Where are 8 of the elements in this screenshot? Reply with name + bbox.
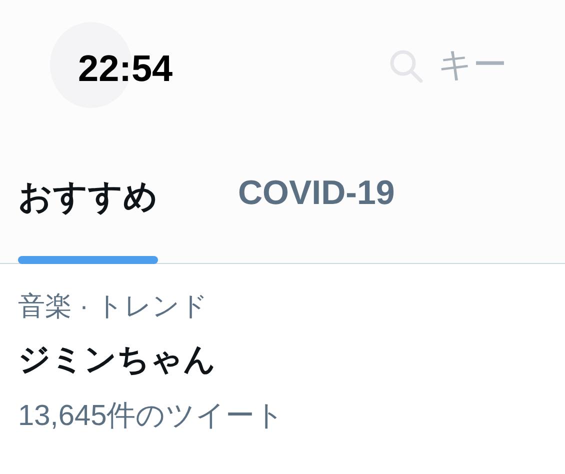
- trend-title[interactable]: ジミンちゃん: [18, 338, 547, 382]
- status-time: 22:54: [78, 48, 173, 90]
- tweet-count: 13,645件のツイート: [18, 399, 286, 434]
- tab[interactable]: おすすめ: [18, 140, 158, 263]
- search-icon: [388, 48, 424, 84]
- trend-context: 音楽 · トレンド: [18, 290, 209, 323]
- tab[interactable]: COVID-19: [238, 140, 395, 263]
- search-field[interactable]: キー: [438, 46, 565, 85]
